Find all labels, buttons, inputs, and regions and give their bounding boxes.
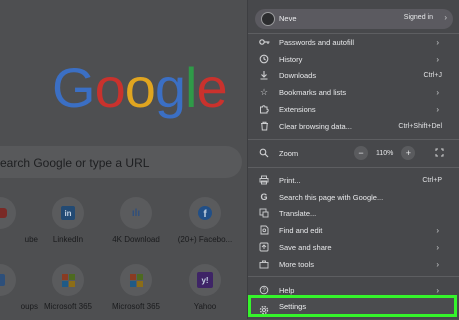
4k-download-icon: ılı [120,197,152,229]
menu-item-label: More tools [279,259,315,269]
zoom-in-button[interactable]: + [401,146,416,160]
menu-item-downloads[interactable]: Downloads Ctrl+J [248,67,459,83]
menu-item-label: Bookmarks and lists [279,87,347,97]
shortcut-tile-microsoft-365-2[interactable]: Microsoft 365 [96,264,176,311]
menu-item-extensions[interactable]: Extensions › [248,101,459,117]
4k-download-glyph: ılı [131,207,141,219]
shortcut-tile-4k-download[interactable]: ılı 4K Download [96,197,176,244]
microsoft-365-icon [52,264,84,296]
logo-letter: e [196,56,227,119]
menu-item-label: Save and share [279,242,332,252]
zoom-controls: − 110% + [354,145,416,161]
zoom-out-button[interactable]: − [354,146,368,160]
chevron-right-icon: › [436,259,439,269]
magnifier-icon [258,147,270,159]
toolbox-icon [258,258,270,270]
shortcut-tile-yahoo[interactable]: y! Yahoo [165,264,245,311]
chevron-right-icon: › [436,104,439,114]
menu-item-label: Search this page with Google... [279,192,384,202]
divider [248,167,459,168]
logo-letter: o [94,56,126,119]
menu-item-label: Translate... [279,208,317,218]
profile-item[interactable]: Neve Signed in › [255,9,453,29]
shortcut-tile-facebook[interactable]: f (20+) Facebo... [165,197,245,244]
signed-in-status: Signed in [403,14,433,21]
logo-letter: G [52,56,96,119]
logo-letter: l [185,56,197,119]
puzzle-icon [258,103,270,115]
chrome-menu: Neve Signed in › Passwords and autofill … [247,0,459,319]
menu-item-label: Downloads [279,70,317,80]
menu-item-clear-browsing-data[interactable]: Clear browsing data... Ctrl+Shift+Del [248,118,459,134]
facebook-glyph: f [198,206,212,220]
menu-item-find-and-edit[interactable]: Find and edit › [248,222,459,238]
google-logo: Google [52,56,228,119]
menu-item-label: Clear browsing data... [279,121,352,131]
zoom-level: 110% [376,149,394,157]
find-page-icon [258,224,270,236]
printer-icon [258,174,270,186]
download-icon [258,69,270,81]
menu-item-save-and-share[interactable]: Save and share › [248,239,459,255]
linkedin-icon: in [52,197,84,229]
search-placeholder: earch Google or type a URL [0,156,150,170]
facebook-icon: f [189,197,221,229]
menu-item-bookmarks[interactable]: ☆ Bookmarks and lists › [248,84,459,100]
tile-label: 4K Download [112,235,160,244]
chevron-right-icon: › [444,13,447,22]
menu-item-history[interactable]: History › [248,51,459,67]
menu-item-passwords[interactable]: Passwords and autofill › [248,34,459,50]
menu-item-label: Extensions [279,104,316,114]
divider [248,276,459,277]
menu-item-print[interactable]: Print... Ctrl+P [248,172,459,188]
menu-item-label: Find and edit [279,225,323,235]
menu-item-label: Settings [279,302,307,311]
keyboard-shortcut: Ctrl+J [423,71,442,79]
keyboard-shortcut: Ctrl+P [422,176,442,184]
fullscreen-icon[interactable] [435,148,444,159]
profile-name: Neve [279,14,297,23]
menu-item-settings[interactable]: Settings [248,295,457,317]
translate-icon [258,207,270,219]
logo-letter: g [154,56,186,119]
groups-icon [0,264,16,296]
key-icon [258,36,270,48]
keyboard-shortcut: Ctrl+Shift+Del [398,122,442,130]
star-icon: ☆ [259,86,269,97]
trash-icon [258,120,270,132]
menu-item-translate[interactable]: Translate... [248,205,459,221]
menu-item-label: Help [279,285,295,295]
yahoo-icon: y! [189,264,221,296]
chevron-right-icon: › [436,242,439,252]
divider [248,139,459,140]
youtube-icon [0,197,16,229]
tile-label: Microsoft 365 [111,302,161,311]
tile-label: Yahoo [193,302,217,311]
chevron-right-icon: › [436,54,439,64]
chevron-right-icon: › [436,87,439,97]
menu-item-label: Zoom [279,148,299,158]
save-share-icon [258,241,270,253]
chevron-right-icon: › [436,37,439,47]
gear-icon [259,302,269,320]
linkedin-glyph: in [61,206,75,220]
chevron-right-icon: › [436,225,439,235]
menu-item-more-tools[interactable]: More tools › [248,256,459,272]
chevron-right-icon: › [436,285,439,295]
menu-item-label: Passwords and autofill [279,37,355,47]
yahoo-glyph: y! [197,272,213,288]
history-icon [258,53,270,65]
menu-item-label: History [279,54,303,64]
google-g-icon: G [260,192,268,202]
microsoft-365-icon [120,264,152,296]
menu-item-zoom: Zoom − 110% + [248,145,459,161]
menu-item-label: Print... [279,175,301,185]
logo-letter: o [124,56,156,119]
menu-item-search-page[interactable]: G Search this page with Google... [248,189,459,205]
tile-label: (20+) Facebo... [177,235,233,244]
avatar [261,12,275,26]
